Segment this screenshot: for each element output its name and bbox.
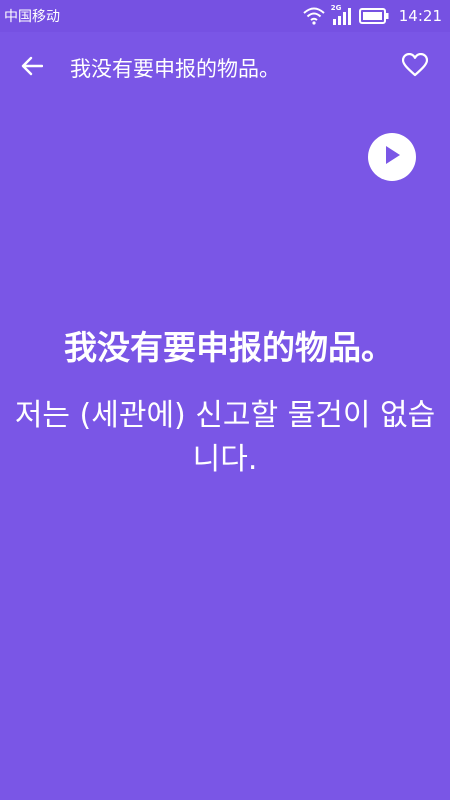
carrier-name: 中国移动 [4, 9, 60, 25]
phrase-source-text: 我没有要申报的物品。 [64, 328, 394, 367]
back-button[interactable] [16, 52, 48, 84]
phrase-card: 我没有要申报的物品。 저는 (세관에) 신고할 물건이 없습니다. [0, 322, 450, 482]
phrase-translation-text: 저는 (세관에) 신고할 물건이 없습니다. [14, 398, 436, 477]
signal-icon: 2G [330, 4, 353, 25]
app-bar: 我没有要申报的物品。 [0, 32, 450, 104]
status-clock: 14:21 [398, 7, 442, 25]
wifi-icon [303, 7, 325, 25]
arrow-left-icon [21, 56, 44, 80]
network-type-label: 2G [330, 4, 342, 12]
page-title: 我没有要申报的物品。 [70, 57, 280, 81]
play-icon [382, 144, 402, 170]
battery-icon [358, 8, 389, 24]
favorite-button[interactable] [398, 50, 432, 84]
play-button[interactable] [368, 133, 416, 181]
status-bar: 中国移动 2G 14:21 [0, 0, 450, 32]
status-icons: 2G 14:21 [303, 4, 442, 27]
heart-outline-icon [401, 52, 429, 81]
